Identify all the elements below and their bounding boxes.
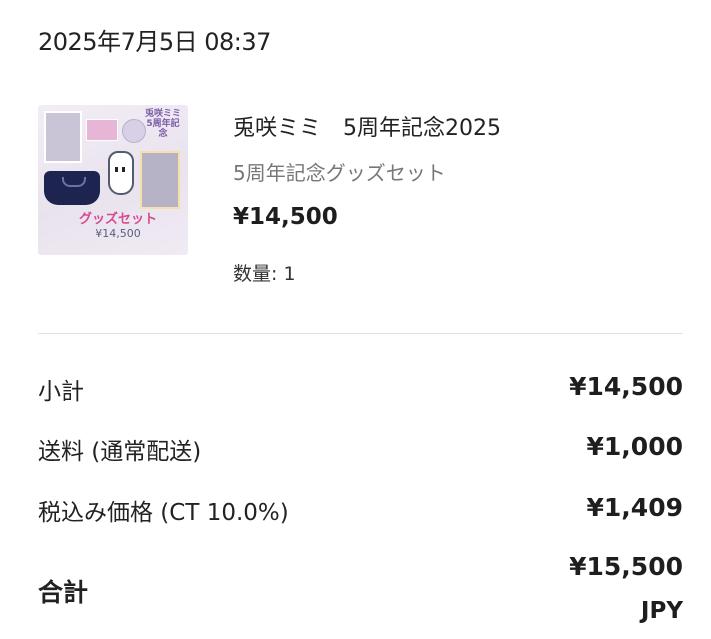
section-divider xyxy=(38,333,683,334)
subtotal-value: ¥14,500 xyxy=(569,372,683,401)
product-variant: 5周年記念グッズセット xyxy=(233,161,446,185)
product-image[interactable]: 兎咲ミミ 5周年記念 グッズセット ¥14,500 xyxy=(38,105,188,255)
image-price-label: ¥14,500 xyxy=(95,227,141,240)
shipping-label: 送料 (通常配送) xyxy=(38,439,202,465)
total-value: ¥15,500 xyxy=(569,552,683,581)
pouch-art xyxy=(44,171,100,205)
badge-art xyxy=(122,119,146,143)
product-name[interactable]: 兎咲ミミ 5周年記念2025 xyxy=(233,110,501,142)
character-card-art xyxy=(44,111,82,163)
rabbit-charm-art xyxy=(108,151,134,195)
tax-value: ¥1,409 xyxy=(586,493,683,522)
shipping-value: ¥1,000 xyxy=(586,432,683,461)
image-set-label: グッズセット xyxy=(78,212,157,227)
product-quantity: 数量: 1 xyxy=(233,263,296,285)
sticker-art xyxy=(86,119,118,141)
order-date: 2025年7月5日 08:37 xyxy=(38,28,271,56)
subtotal-label: 小計 xyxy=(38,379,84,405)
logo-art: 兎咲ミミ 5周年記念 xyxy=(144,109,181,139)
total-currency: JPY xyxy=(640,598,683,624)
total-label: 合計 xyxy=(38,578,89,607)
product-price: ¥14,500 xyxy=(233,204,338,230)
tax-label: 税込み価格 (CT 10.0%) xyxy=(38,500,289,526)
photo-card-art xyxy=(140,151,180,209)
